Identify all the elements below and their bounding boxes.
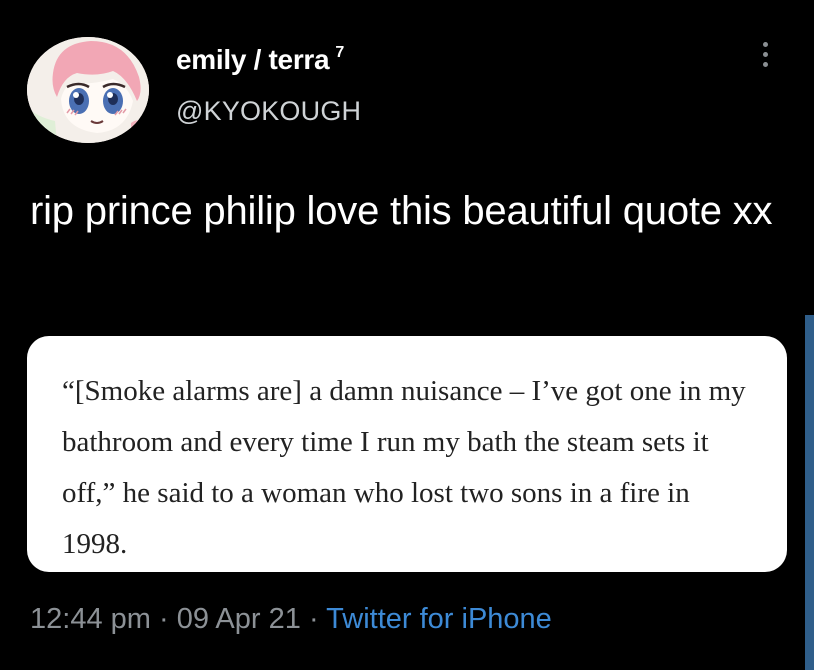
scroll-indicator [805, 315, 814, 670]
tweet-text: rip prince philip love this beautiful qu… [30, 189, 773, 233]
more-dot [762, 42, 768, 47]
more-dot [762, 62, 768, 67]
avatar[interactable] [27, 37, 149, 143]
more-dot [762, 52, 768, 57]
tweet-source-link[interactable]: Twitter for iPhone [326, 603, 552, 635]
quote-image[interactable]: “[Smoke alarms are] a damn nuisance – I’… [27, 336, 787, 572]
more-vertical-icon[interactable] [755, 42, 775, 78]
meta-separator: · [158, 603, 169, 635]
name-badge: 7 [335, 44, 344, 61]
tweet-time[interactable]: 12:44 pm [30, 603, 151, 635]
tweet: emily / terra 7 @KYOKOUGH rip prince phil… [0, 0, 814, 670]
tweet-date[interactable]: 09 Apr 21 [177, 603, 301, 635]
user-handle[interactable]: @KYOKOUGH [176, 96, 361, 127]
quote-text: “[Smoke alarms are] a damn nuisance – I’… [62, 375, 746, 560]
anime-avatar-icon [27, 37, 149, 143]
display-name-text: emily / terra [176, 44, 330, 75]
display-name[interactable]: emily / terra 7 [176, 44, 344, 76]
tweet-meta: 12:44 pm · 09 Apr 21 · Twitter for iPhon… [30, 603, 552, 636]
meta-separator: · [308, 603, 319, 635]
